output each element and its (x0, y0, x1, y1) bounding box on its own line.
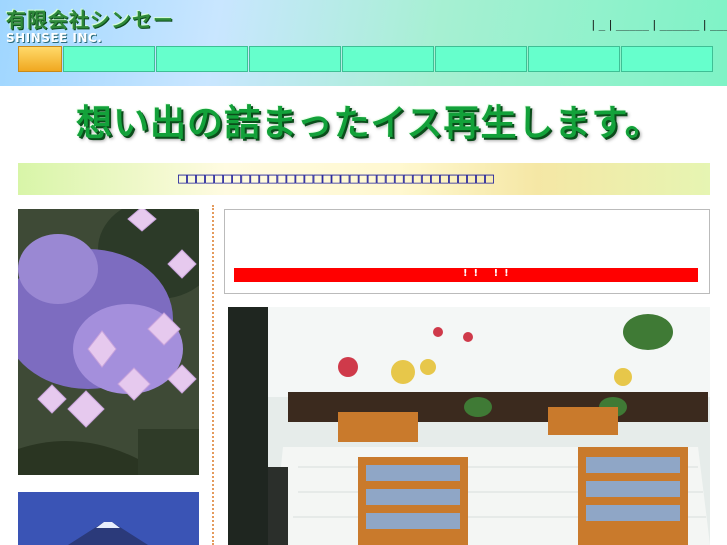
hydrangea-illustration (18, 209, 199, 475)
logo-english: SHINSEE INC. (6, 31, 103, 45)
nav-item-6[interactable] (528, 46, 620, 72)
company-logo[interactable]: 有限会社シンセー SHINSEE INC. (6, 4, 174, 45)
page-tagline: 想い出の詰まったイス再生します。 (76, 103, 662, 144)
top-link-4[interactable]: ______ (710, 18, 727, 31)
mount-fuji-photo (18, 492, 199, 545)
hydrangea-photo (18, 209, 199, 475)
top-link-separator: | (701, 18, 708, 31)
nav-item-3[interactable] (249, 46, 341, 72)
nav-item-1[interactable] (63, 46, 155, 72)
banner-text: □□□□□□□□□□□□□□□□□□□□□□□□□□□□□□□□□□□ (178, 169, 495, 187)
top-link-2[interactable]: _____ (616, 18, 649, 31)
top-link-3[interactable]: ______ (660, 18, 700, 31)
top-link-separator: | (651, 18, 658, 31)
top-link-1[interactable]: _ (599, 18, 606, 31)
nav-item-7[interactable] (621, 46, 713, 72)
column-divider (212, 205, 214, 545)
nav-item-4[interactable] (342, 46, 434, 72)
top-utility-links: |_|_____|______|______ (590, 18, 727, 31)
nav-item-5[interactable] (435, 46, 527, 72)
dining-room-photo (228, 307, 710, 545)
site-header: 有限会社シンセー SHINSEE INC. | _ | _____ | ______ | __… (0, 0, 727, 86)
nav-home-button[interactable] (18, 46, 62, 72)
logo-japanese: 有限会社シンセー (6, 8, 174, 32)
nav-item-2[interactable] (156, 46, 248, 72)
dining-room-illustration (228, 307, 710, 545)
top-link-separator: | (590, 18, 597, 31)
notice-bar-text: !! !! (463, 268, 515, 279)
mountain-illustration (18, 492, 199, 545)
main-navigation (18, 46, 713, 72)
top-link-separator: | (607, 18, 614, 31)
